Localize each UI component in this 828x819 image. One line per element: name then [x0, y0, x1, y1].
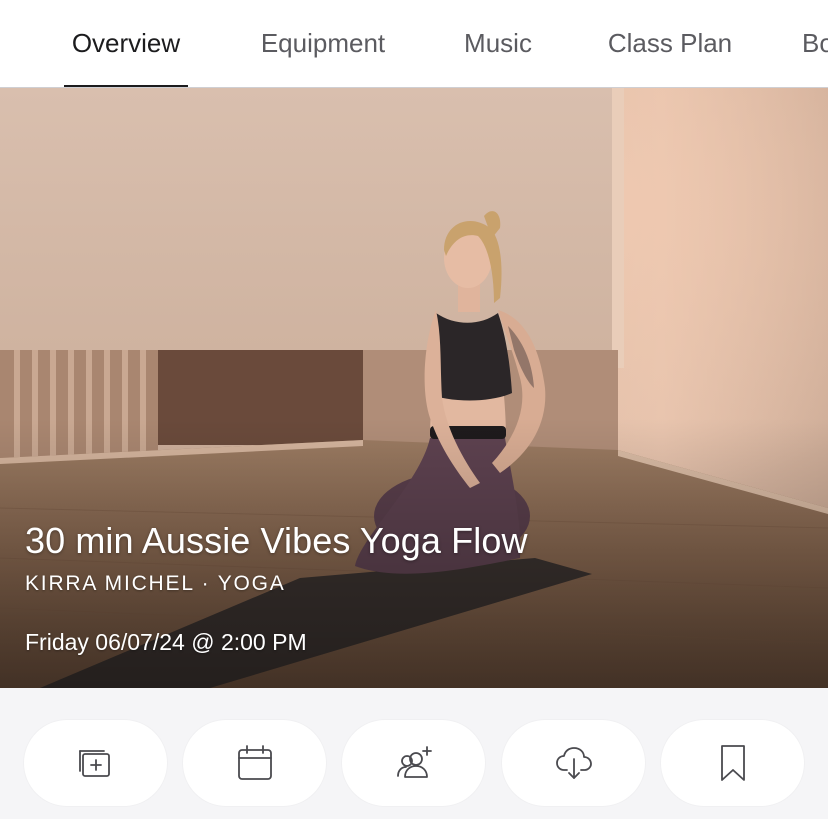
add-to-stack-icon — [78, 750, 110, 777]
bookmark-button[interactable] — [661, 720, 804, 806]
tab-partial-next[interactable]: Bo — [802, 0, 828, 87]
download-icon — [555, 747, 592, 779]
bookmark-icon — [720, 745, 745, 781]
action-bar — [0, 688, 828, 819]
invite-user-icon — [396, 746, 432, 778]
class-schedule: Friday 06/07/24 @ 2:00 PM — [25, 629, 307, 655]
add-to-stack-button[interactable] — [24, 720, 167, 806]
tab-equipment[interactable]: Equipment — [252, 0, 394, 87]
calendar-icon — [237, 745, 272, 780]
tab-class-plan[interactable]: Class Plan — [602, 0, 738, 87]
tab-bar: Overview Equipment Music Class Plan Bo — [0, 0, 828, 88]
download-button[interactable] — [502, 720, 645, 806]
schedule-button[interactable] — [183, 720, 326, 806]
hero-gradient-overlay — [0, 88, 828, 688]
tab-music[interactable]: Music — [459, 0, 537, 87]
class-instructor-category: KIRRA MICHEL · YOGA — [25, 572, 286, 595]
class-title: 30 min Aussie Vibes Yoga Flow — [25, 520, 528, 561]
class-hero[interactable]: 30 min Aussie Vibes Yoga Flow KIRRA MICH… — [0, 88, 828, 688]
tab-overview[interactable]: Overview — [64, 0, 188, 87]
invite-friend-button[interactable] — [342, 720, 485, 806]
